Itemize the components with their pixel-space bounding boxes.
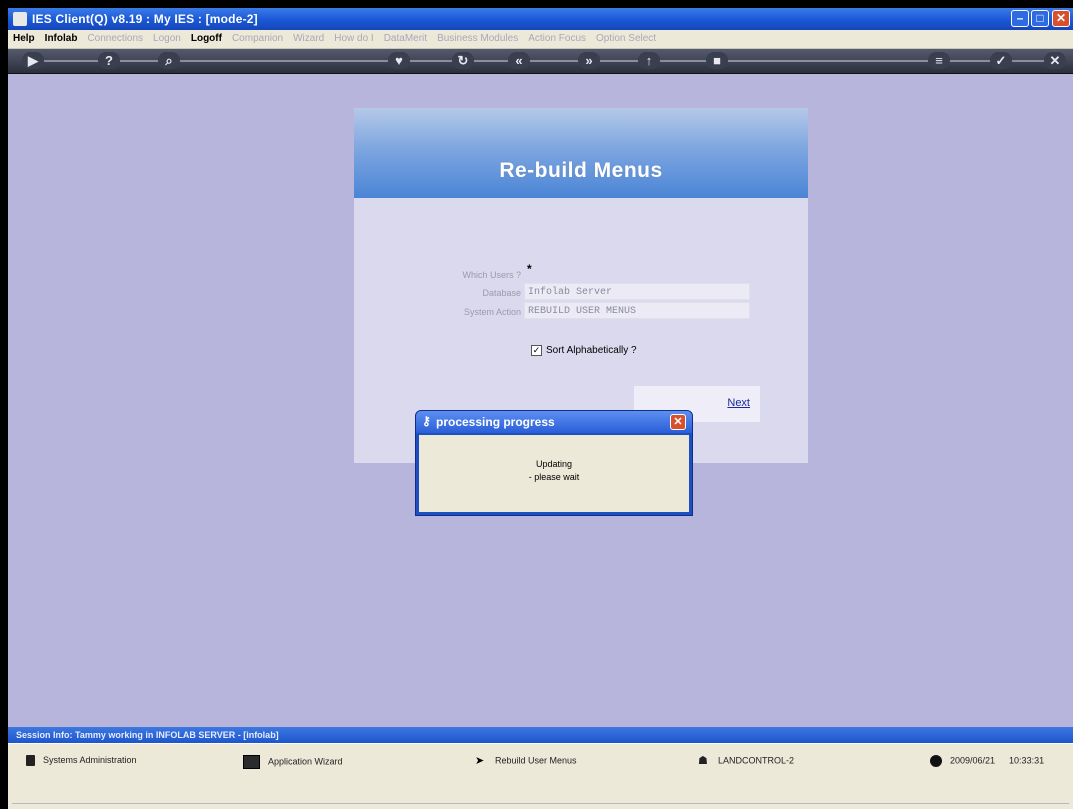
menu-item-infolab[interactable]: Infolab xyxy=(40,30,83,44)
menu-item-companion[interactable]: Companion xyxy=(227,30,288,44)
status-time: 10:33:31 xyxy=(1009,755,1045,766)
status-app-wizard[interactable]: Application Wizard xyxy=(243,755,343,769)
menu-bar: Help Infolab Connections Logon Logoff Compani… xyxy=(8,30,1073,49)
menu-item-action-focus[interactable]: Action Focus xyxy=(523,30,591,44)
status-machine[interactable]: ☗ LANDCONTROL-2 xyxy=(698,755,794,769)
menu-item-connections[interactable]: Connections xyxy=(82,30,148,44)
next-icon[interactable]: » xyxy=(578,52,600,69)
progress-status: Updating xyxy=(535,459,573,469)
menu-item-option-select[interactable]: Option Select xyxy=(591,30,661,44)
which-users-field[interactable]: * xyxy=(524,262,750,279)
minimize-button[interactable]: – xyxy=(1011,10,1029,27)
system-action-label: System Action xyxy=(463,307,521,317)
heart-icon[interactable]: ♥ xyxy=(388,52,410,69)
status-machine-label: LANDCONTROL-2 xyxy=(718,755,795,766)
close-button[interactable]: ✕ xyxy=(1052,10,1070,27)
status-systems-admin-label: Systems Administration xyxy=(43,755,137,765)
status-divider xyxy=(12,803,1069,804)
clock-icon xyxy=(930,755,942,767)
database-label: Database xyxy=(482,288,521,298)
toolbar-track xyxy=(28,60,1053,62)
network-icon: ☗ xyxy=(698,755,708,767)
window-icon xyxy=(243,755,260,769)
dialog-close-button[interactable]: ✕ xyxy=(670,414,686,430)
menu-item-business-modules[interactable]: Business Modules xyxy=(432,30,523,44)
panel-header: Re-build Menus xyxy=(354,108,808,198)
status-systems-admin[interactable]: Systems Administration xyxy=(26,755,137,769)
menu-item-how-do-i[interactable]: How do I xyxy=(329,30,378,44)
session-info-text: Session Info: Tammy working in INFOLAB S… xyxy=(16,730,279,740)
status-rebuild[interactable]: ➤ Rebuild User Menus xyxy=(475,755,577,769)
status-datetime: 2009/06/21 10:33:31 xyxy=(930,755,1044,769)
exit-icon[interactable]: ✕ xyxy=(1044,52,1066,69)
dialog-body: Updating - please wait xyxy=(419,435,689,512)
session-info-bar: Session Info: Tammy working in INFOLAB S… xyxy=(8,727,1073,743)
book-icon xyxy=(26,755,35,767)
key-icon: ⚷ xyxy=(422,414,431,428)
sort-label: Sort Alphabetically ? xyxy=(546,345,637,357)
status-date: 2009/06/21 xyxy=(950,755,996,766)
dialog-title: processing progress xyxy=(436,415,555,429)
menu-item-datamerit[interactable]: DataMerit xyxy=(379,30,432,44)
toolbar: ▶? ⌕ ♥ ↻ « » ↑ ■ ≡ ✓ ✕ xyxy=(8,49,1073,74)
app-icon xyxy=(13,12,27,26)
status-bar: Systems Administration Application Wizar… xyxy=(8,743,1073,809)
window-title: IES Client(Q) v8.19 : My IES : [mode-2] xyxy=(32,12,258,26)
application-window: IES Client(Q) v8.19 : My IES : [mode-2] … xyxy=(8,8,1073,809)
search-icon[interactable]: ⌕ xyxy=(158,52,180,69)
refresh-icon[interactable]: ↻ xyxy=(452,52,474,69)
status-rebuild-label: Rebuild User Menus xyxy=(495,755,577,766)
menu-item-logon[interactable]: Logon xyxy=(148,30,186,44)
menu-item-wizard[interactable]: Wizard xyxy=(288,30,329,44)
menu-item-logoff[interactable]: Logoff xyxy=(186,30,227,44)
system-action-field[interactable]: REBUILD USER MENUS xyxy=(524,302,750,319)
up-icon[interactable]: ↑ xyxy=(638,52,660,69)
maximize-button[interactable]: □ xyxy=(1031,10,1049,27)
help-icon[interactable]: ? xyxy=(98,52,120,69)
back-icon[interactable]: ▶ xyxy=(22,52,44,69)
progress-wait-message: - please wait xyxy=(528,472,580,482)
processing-progress-dialog: ⚷ processing progress ✕ Updating - pleas… xyxy=(415,410,693,516)
which-users-label: Which Users ? xyxy=(462,270,521,280)
sort-checkbox[interactable]: ✓ xyxy=(531,345,542,356)
arrow-icon: ➤ xyxy=(475,755,485,767)
panel-title: Re-build Menus xyxy=(499,159,663,182)
status-app-wizard-label: Application Wizard xyxy=(268,756,343,767)
check-icon[interactable]: ✓ xyxy=(990,52,1012,69)
menu-icon[interactable]: ≡ xyxy=(928,52,950,69)
dialog-title-bar[interactable]: ⚷ processing progress ✕ xyxy=(416,411,692,433)
title-bar[interactable]: IES Client(Q) v8.19 : My IES : [mode-2] … xyxy=(8,8,1073,30)
sort-alphabetically-option[interactable]: ✓ Sort Alphabetically ? xyxy=(531,345,637,356)
next-link[interactable]: Next xyxy=(727,397,750,409)
stop-icon[interactable]: ■ xyxy=(706,52,728,69)
database-field[interactable]: Infolab Server xyxy=(524,283,750,300)
prev-icon[interactable]: « xyxy=(508,52,530,69)
menu-item-help[interactable]: Help xyxy=(8,30,40,44)
